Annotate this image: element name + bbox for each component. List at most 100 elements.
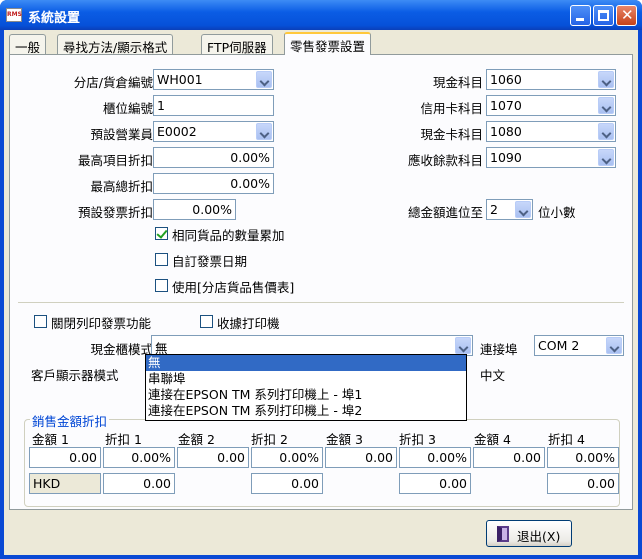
cash-account-value: 1060: [490, 72, 522, 87]
discount-3-input[interactable]: 0.00%: [399, 447, 471, 468]
max-item-disc-input[interactable]: 0.00%: [153, 147, 274, 168]
use-price-table-label: 使用[分店貨品售價表]: [172, 280, 295, 295]
dropdown-option[interactable]: 連接在EPSON TM 系列打印機上 - 埠2: [146, 403, 466, 419]
cash-drawer-dropdown-list: 無 串聯埠 連接在EPSON TM 系列打印機上 - 埠1 連接在EPSON T…: [145, 354, 467, 421]
cashcard-account-combo[interactable]: 1080: [486, 121, 616, 142]
salesman-value: E0002: [157, 124, 197, 139]
port-label: 連接埠: [480, 342, 518, 357]
sum-qty-checkbox[interactable]: [155, 227, 168, 240]
cash-account-label: 現金科目: [432, 75, 483, 90]
fixed-discount-4-input[interactable]: 0.00: [547, 473, 619, 494]
salesman-combo[interactable]: E0002: [153, 121, 274, 142]
customer-display-suffix: 中文: [480, 368, 506, 383]
fixed-discount-3-input[interactable]: 0.00: [399, 473, 471, 494]
rounding-label: 總金額進位至: [407, 205, 483, 220]
dropdown-option[interactable]: 串聯埠: [146, 371, 466, 387]
discount-2-input[interactable]: 0.00%: [251, 447, 323, 468]
amount-2-input[interactable]: 0.00: [177, 447, 249, 468]
branch-value: WH001: [157, 72, 203, 87]
cash-drawer-combo[interactable]: 無: [151, 335, 473, 356]
maximize-button[interactable]: [593, 5, 614, 26]
window: RMS 系統設置 ✕ 一般 尋找方法/顯示格式 FTP伺服器 零售發票設置 分店…: [0, 0, 642, 559]
custom-date-checkbox[interactable]: [155, 253, 168, 266]
header-discount-4: 折扣 4: [548, 432, 585, 447]
chevron-down-icon[interactable]: [256, 71, 272, 88]
currency-field: HKD: [29, 473, 101, 494]
title-bar[interactable]: RMS 系統設置 ✕: [0, 0, 642, 30]
receivable-account-value: 1090: [490, 150, 522, 165]
cashcard-account-label: 現金卡科目: [420, 127, 483, 142]
max-total-disc-label: 最高總折扣: [90, 179, 153, 194]
default-inv-disc-label: 預設發票折扣: [77, 205, 153, 220]
chevron-down-icon[interactable]: [606, 337, 622, 354]
chevron-down-icon[interactable]: [515, 201, 531, 218]
cashcard-account-value: 1080: [490, 124, 522, 139]
fixed-discount-2-input[interactable]: 0.00: [251, 473, 323, 494]
discount-1-input[interactable]: 0.00%: [103, 447, 175, 468]
header-amount-1: 金額 1: [32, 432, 69, 447]
chevron-down-icon[interactable]: [598, 123, 614, 140]
header-discount-2: 折扣 2: [251, 432, 288, 447]
close-icon: ✕: [621, 6, 634, 24]
chevron-down-icon[interactable]: [455, 337, 471, 354]
amount-3-input[interactable]: 0.00: [325, 447, 397, 468]
minimize-icon: [576, 18, 584, 21]
customer-display-label: 客戶顯示器模式: [31, 368, 119, 383]
dropdown-option[interactable]: 連接在EPSON TM 系列打印機上 - 埠1: [146, 387, 466, 403]
exit-label: 退出(X): [517, 529, 561, 544]
counter-input[interactable]: 1: [153, 95, 274, 116]
retail-invoice-panel: 分店/貨倉編號 WH001 櫃位編號 1 預設營業員 E0002 最高項目折扣 …: [9, 54, 633, 510]
header-amount-4: 金額 4: [474, 432, 511, 447]
chevron-down-icon[interactable]: [598, 149, 614, 166]
tab-search-display[interactable]: 尋找方法/顯示格式: [57, 34, 174, 55]
default-inv-disc-input[interactable]: 0.00%: [153, 199, 236, 220]
tab-retail-invoice[interactable]: 零售發票設置: [284, 32, 372, 55]
rounding-suffix: 位小數: [538, 205, 576, 220]
salesman-label: 預設營業員: [90, 127, 153, 142]
fixed-discount-1-input[interactable]: 0.00: [103, 473, 175, 494]
port-value: COM 2: [538, 338, 580, 353]
tab-general[interactable]: 一般: [9, 34, 47, 55]
use-price-table-checkbox[interactable]: [155, 279, 168, 292]
header-discount-1: 折扣 1: [105, 432, 142, 447]
client-area: 一般 尋找方法/顯示格式 FTP伺服器 零售發票設置 分店/貨倉編號 WH001…: [4, 30, 638, 555]
max-total-disc-input[interactable]: 0.00%: [153, 173, 274, 194]
disable-print-label: 關閉列印發票功能: [51, 316, 152, 331]
chevron-down-icon[interactable]: [598, 97, 614, 114]
amount-4-input[interactable]: 0.00: [473, 447, 545, 468]
counter-label: 櫃位編號: [102, 101, 153, 116]
window-title: 系統設置: [28, 11, 81, 26]
port-combo[interactable]: COM 2: [534, 335, 624, 356]
receipt-printer-label: 收據打印機: [217, 316, 280, 331]
disable-print-checkbox[interactable]: [34, 315, 47, 328]
receivable-account-combo[interactable]: 1090: [486, 147, 616, 168]
custom-date-label: 自訂發票日期: [172, 254, 248, 269]
header-amount-2: 金額 2: [178, 432, 215, 447]
tab-ftp[interactable]: FTP伺服器: [201, 34, 273, 55]
minimize-button[interactable]: [570, 5, 591, 26]
rounding-value: 2: [490, 202, 498, 217]
credit-account-value: 1070: [490, 98, 522, 113]
chevron-down-icon[interactable]: [256, 123, 272, 140]
branch-label: 分店/貨倉編號: [73, 75, 153, 90]
branch-combo[interactable]: WH001: [153, 69, 274, 90]
close-button[interactable]: ✕: [616, 5, 637, 26]
exit-door-icon: [497, 526, 509, 542]
separator: [18, 302, 624, 303]
dropdown-option[interactable]: 無: [146, 355, 466, 371]
header-discount-3: 折扣 3: [399, 432, 436, 447]
header-amount-3: 金額 3: [326, 432, 363, 447]
rounding-combo[interactable]: 2: [486, 199, 533, 220]
receivable-account-label: 應收餘款科目: [407, 153, 483, 168]
chevron-down-icon[interactable]: [598, 71, 614, 88]
discount-4-input[interactable]: 0.00%: [547, 447, 619, 468]
cash-account-combo[interactable]: 1060: [486, 69, 616, 90]
credit-account-combo[interactable]: 1070: [486, 95, 616, 116]
amount-1-input[interactable]: 0.00: [29, 447, 101, 468]
sum-qty-label: 相同貨品的數量累加: [172, 228, 285, 243]
receipt-printer-checkbox[interactable]: [200, 315, 213, 328]
cash-drawer-label: 現金櫃模式: [90, 342, 153, 357]
exit-button[interactable]: 退出(X): [486, 520, 572, 547]
maximize-icon: [598, 10, 609, 21]
app-icon: RMS: [6, 8, 22, 22]
